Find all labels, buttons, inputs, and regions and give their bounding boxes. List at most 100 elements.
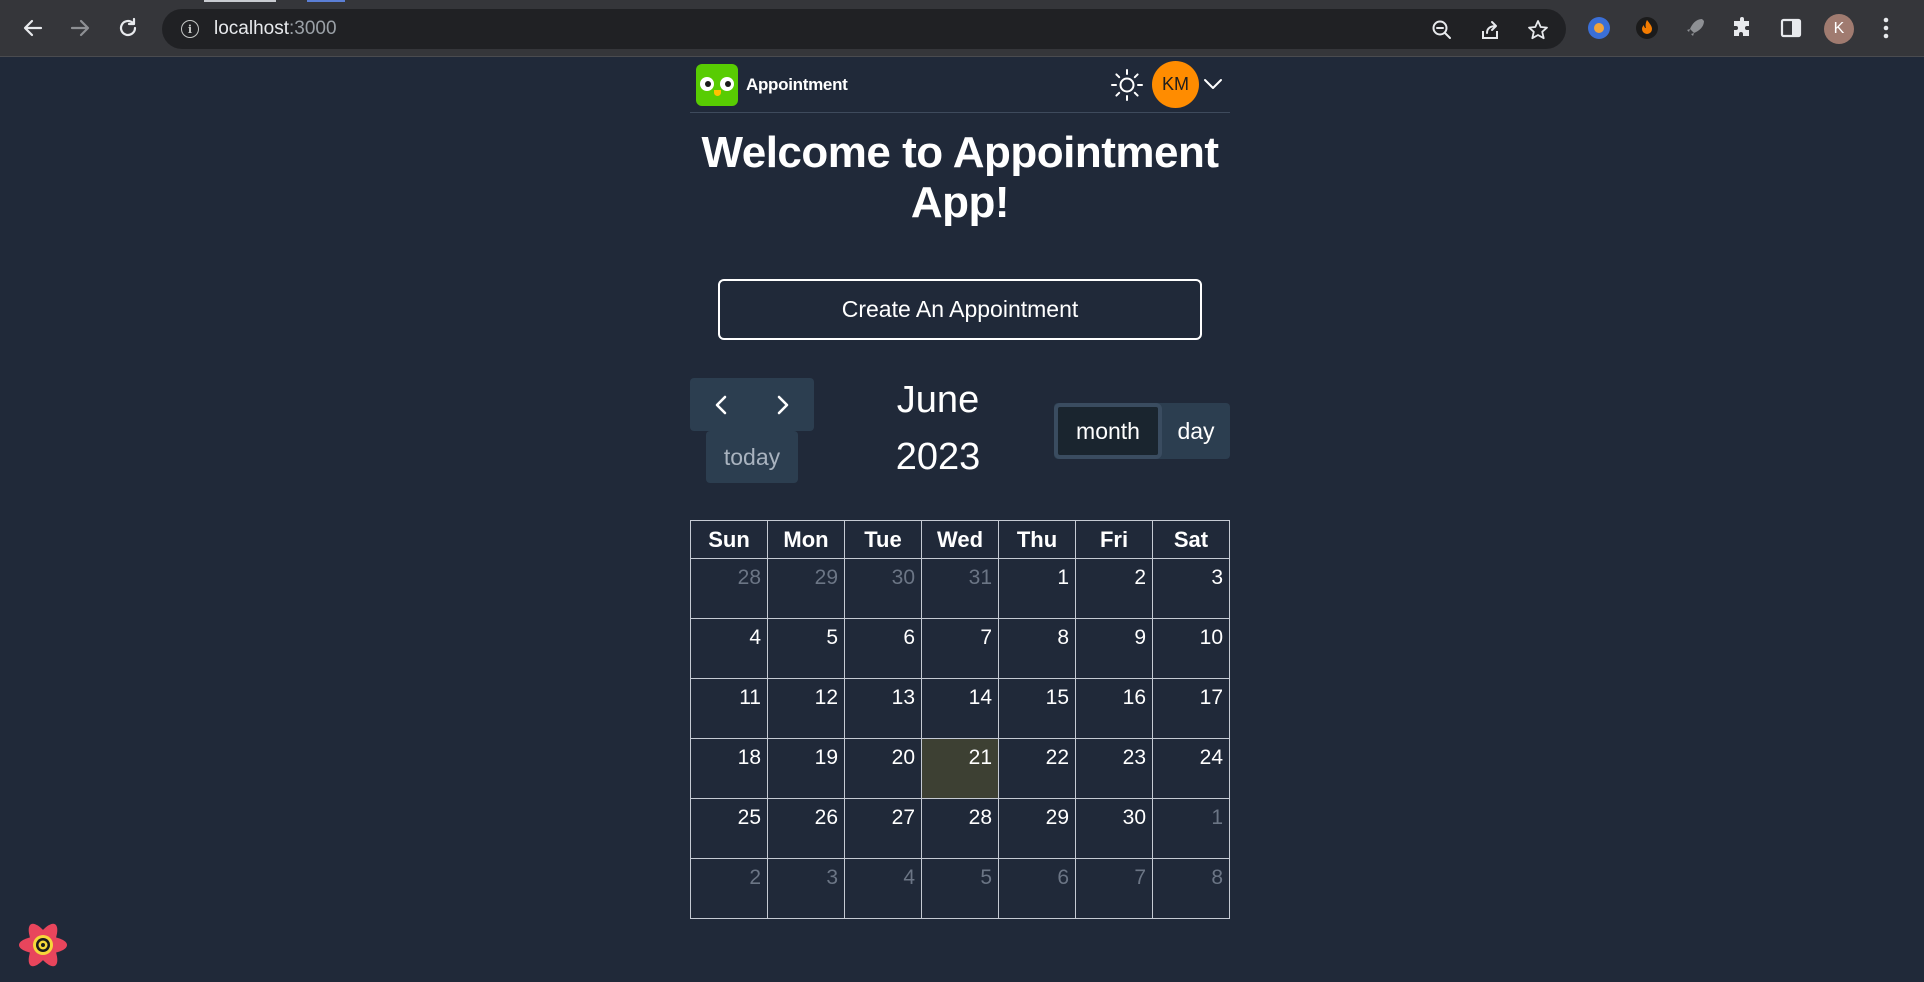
calendar-day-cell[interactable]: 1 — [998, 558, 1076, 619]
calendar-day-cell[interactable]: 7 — [1075, 858, 1153, 919]
calendar-day-cell[interactable]: 5 — [767, 618, 845, 679]
calendar-day-cell[interactable]: 16 — [1075, 678, 1153, 739]
calendar-day-cell[interactable]: 7 — [921, 618, 999, 679]
calendar-day-cell[interactable]: 28 — [690, 558, 768, 619]
calendar-day-cell[interactable]: 6 — [844, 618, 922, 679]
logo-eye — [700, 76, 714, 91]
weekday-header: Mon — [767, 520, 845, 559]
prev-month-button[interactable] — [690, 378, 752, 431]
calendar-year: 2023 — [895, 436, 981, 478]
calendar-day-cell[interactable]: 24 — [1152, 738, 1230, 799]
weekday-header: Wed — [921, 520, 999, 559]
calendar-week-row: 2345678 — [690, 858, 1230, 919]
url-port: :3000 — [289, 18, 337, 39]
weekday-header: Sat — [1152, 520, 1230, 559]
calendar-month: June — [896, 379, 980, 421]
page-title: Welcome to Appointment App! — [701, 128, 1220, 227]
sun-icon[interactable] — [1110, 68, 1144, 102]
calendar-day-cell[interactable]: 4 — [690, 618, 768, 679]
weekday-header: Tue — [844, 520, 922, 559]
calendar-day-cell[interactable]: 17 — [1152, 678, 1230, 739]
calendar-day-cell[interactable]: 30 — [844, 558, 922, 619]
browser-toolbar: i localhost:3000 K — [0, 0, 1924, 57]
extension-globe-icon[interactable] — [1585, 14, 1613, 42]
puzzle-icon[interactable] — [1729, 14, 1757, 42]
calendar-day-cell[interactable]: 14 — [921, 678, 999, 739]
month-calendar-grid: Sun Mon Tue Wed Thu Fri Sat 28 29 30 31 1 2 3 4… — [690, 520, 1230, 919]
day-view-button[interactable]: day — [1162, 403, 1230, 459]
kebab-menu-icon[interactable] — [1872, 14, 1900, 42]
calendar-week-row: 28 29 30 31 1 2 3 — [690, 558, 1230, 619]
brand-name[interactable]: Appointment — [746, 75, 848, 95]
profile-avatar[interactable]: K — [1824, 14, 1854, 44]
extension-flame-icon[interactable] — [1633, 14, 1661, 42]
user-avatar[interactable]: KM — [1152, 61, 1199, 108]
info-icon[interactable]: i — [181, 20, 199, 38]
calendar-day-cell[interactable]: 12 — [767, 678, 845, 739]
calendar-day-cell[interactable]: 15 — [998, 678, 1076, 739]
calendar-day-cell[interactable]: 4 — [844, 858, 922, 919]
calendar-day-cell[interactable]: 11 — [690, 678, 768, 739]
logo-eye — [720, 76, 734, 91]
star-icon[interactable] — [1527, 19, 1549, 41]
calendar-day-cell[interactable]: 29 — [998, 798, 1076, 859]
chevron-left-icon — [715, 395, 727, 414]
calendar-day-cell[interactable]: 30 — [1075, 798, 1153, 859]
zoom-out-icon[interactable] — [1431, 19, 1453, 41]
calendar-day-cell[interactable]: 31 — [921, 558, 999, 619]
today-button[interactable]: today — [706, 431, 798, 483]
month-view-button[interactable]: month — [1054, 403, 1162, 459]
calendar-day-cell[interactable]: 28 — [921, 798, 999, 859]
weekday-header: Thu — [998, 520, 1076, 559]
side-panel-icon[interactable] — [1777, 14, 1805, 42]
owl-logo-icon[interactable] — [696, 63, 738, 106]
calendar-nav-group — [690, 378, 814, 431]
tab-indicator — [307, 0, 345, 2]
react-query-devtools-icon[interactable] — [16, 920, 70, 970]
calendar-day-cell[interactable]: 8 — [1152, 858, 1230, 919]
calendar-day-cell[interactable]: 3 — [767, 858, 845, 919]
calendar-week-row: 18 19 20 21 22 23 24 — [690, 738, 1230, 799]
calendar-day-cell[interactable]: 8 — [998, 618, 1076, 679]
calendar-day-cell[interactable]: 6 — [998, 858, 1076, 919]
calendar-day-cell[interactable]: 2 — [1075, 558, 1153, 619]
url-host: localhost — [214, 18, 289, 39]
next-month-button[interactable] — [752, 378, 814, 431]
calendar-day-cell[interactable]: 27 — [844, 798, 922, 859]
extension-rocket-icon[interactable] — [1681, 14, 1709, 42]
calendar-day-cell[interactable]: 18 — [690, 738, 768, 799]
create-appointment-button[interactable]: Create An Appointment — [718, 279, 1202, 340]
calendar-day-cell[interactable]: 20 — [844, 738, 922, 799]
calendar-day-cell[interactable]: 23 — [1075, 738, 1153, 799]
calendar-day-cell[interactable]: 19 — [767, 738, 845, 799]
view-toggle-group: month day — [1054, 403, 1230, 459]
calendar-day-cell[interactable]: 13 — [844, 678, 922, 739]
calendar-day-cell[interactable]: 2 — [690, 858, 768, 919]
calendar-title: June 2023 — [860, 372, 1016, 486]
calendar-day-cell[interactable]: 25 — [690, 798, 768, 859]
calendar-day-cell[interactable]: 9 — [1075, 618, 1153, 679]
calendar-day-cell[interactable]: 3 — [1152, 558, 1230, 619]
calendar-day-cell[interactable]: 29 — [767, 558, 845, 619]
weekday-header: Sun — [690, 520, 768, 559]
calendar-day-cell[interactable]: 26 — [767, 798, 845, 859]
forward-arrow-icon[interactable] — [63, 11, 97, 45]
chevron-right-icon — [777, 395, 789, 414]
back-arrow-icon[interactable] — [16, 11, 50, 45]
chevron-down-icon[interactable] — [1202, 75, 1224, 93]
calendar-day-cell[interactable]: 1 — [1152, 798, 1230, 859]
address-bar[interactable]: i localhost:3000 — [162, 9, 1566, 49]
calendar-week-row: 25 26 27 28 29 30 1 — [690, 798, 1230, 859]
calendar-day-cell[interactable]: 22 — [998, 738, 1076, 799]
weekday-header-row: Sun Mon Tue Wed Thu Fri Sat — [690, 520, 1230, 559]
share-icon[interactable] — [1479, 19, 1501, 41]
calendar-day-cell[interactable]: 10 — [1152, 618, 1230, 679]
calendar-day-cell[interactable]: 5 — [921, 858, 999, 919]
url-text[interactable]: localhost:3000 — [214, 18, 337, 40]
calendar-day-cell-today[interactable]: 21 — [921, 738, 999, 799]
calendar-week-row: 11 12 13 14 15 16 17 — [690, 678, 1230, 739]
app-header: Appointment KM — [690, 57, 1230, 113]
weekday-header: Fri — [1075, 520, 1153, 559]
tab-indicator — [204, 0, 276, 2]
reload-icon[interactable] — [111, 11, 145, 45]
